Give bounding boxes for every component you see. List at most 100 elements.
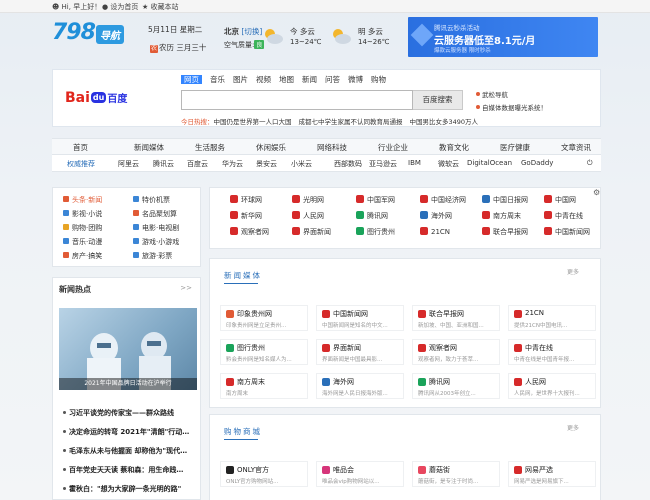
search-tab[interactable]: 微博: [348, 75, 363, 84]
weather-today[interactable]: 今 多云 13~24℃: [262, 26, 332, 50]
search-tab[interactable]: 新闻: [302, 75, 317, 84]
ad-banner[interactable]: 腾讯云秒杀活动 云服务器低至8.1元/月 爆款云服务器 限时秒杀: [408, 17, 598, 57]
media-more-link[interactable]: 更多: [567, 267, 579, 276]
search-button[interactable]: 百度搜索: [413, 90, 463, 110]
category-link[interactable]: 游戏·小游戏: [133, 237, 179, 247]
search-tab[interactable]: 图片: [233, 75, 248, 84]
nav-tab[interactable]: 行业企业: [378, 142, 408, 153]
search-tab[interactable]: 购物: [371, 75, 386, 84]
nav-recommend-item[interactable]: 阿里云: [118, 159, 139, 169]
category-link[interactable]: 名品聚划算: [133, 209, 177, 219]
search-tab[interactable]: 问答: [325, 75, 340, 84]
site-card[interactable]: 中国新闻网 中国新闻网是知名的中文...: [316, 305, 404, 331]
baidu-logo[interactable]: Bai du 百度: [65, 90, 127, 106]
category-link[interactable]: 特价机票: [133, 195, 170, 205]
site-card[interactable]: 观察者网 观察者网，致力于荟萃...: [412, 339, 500, 365]
news-item[interactable]: 百年党史天天读 蔡和森：用生命践…: [63, 465, 183, 475]
news-item[interactable]: 决定命运的转弯 2021年"清朗"行动…: [63, 427, 189, 437]
category-link[interactable]: 音乐·动漫: [63, 237, 102, 247]
nav-recommend-item[interactable]: 华为云: [222, 159, 243, 169]
nav-recommend-item[interactable]: 百度云: [187, 159, 208, 169]
hot-search-item[interactable]: 成都七中学生家属不认同教育局通报: [299, 118, 403, 126]
site-card[interactable]: 网易严选 网易严选是网易旗下...: [508, 461, 596, 487]
category-link[interactable]: 购物·团购: [63, 223, 102, 233]
nav-recommend-item[interactable]: 亚马逊云: [369, 159, 397, 169]
search-tab[interactable]: 视频: [256, 75, 271, 84]
hot-search-item[interactable]: 中国仍是世界第一人口大国: [214, 118, 292, 126]
site-link[interactable]: 中国日报网: [482, 195, 528, 205]
nav-recommend-item[interactable]: 小米云: [291, 159, 312, 169]
site-logo[interactable]: 798: [52, 20, 96, 45]
side-link-2[interactable]: 自媒体数据曝光系统！: [476, 102, 547, 112]
site-card[interactable]: 蘑菇街 蘑菇街，是专注于时尚...: [412, 461, 500, 487]
nav-tab[interactable]: 生活服务: [195, 142, 225, 153]
site-link[interactable]: 腾讯网: [356, 211, 388, 221]
site-link[interactable]: 界面新闻: [292, 227, 331, 237]
favorite-link[interactable]: ★ 收藏本站: [142, 2, 179, 12]
news-more-link[interactable]: >>: [180, 284, 192, 292]
nav-recommend-item[interactable]: GoDaddy: [521, 159, 553, 167]
city-switch-link[interactable]: [切换]: [241, 27, 262, 36]
nav-tab[interactable]: 休闲娱乐: [256, 142, 286, 153]
category-link[interactable]: 旅游·彩票: [133, 251, 172, 261]
search-tab[interactable]: 音乐: [210, 75, 225, 84]
shopping-more-link[interactable]: 更多: [567, 423, 579, 432]
site-link[interactable]: 中国网: [544, 195, 576, 205]
site-link[interactable]: 人民网: [292, 211, 324, 221]
nav-tab[interactable]: 文章资讯: [561, 142, 591, 153]
site-card[interactable]: 图行贵州 黔会贵州网是知名媒人为...: [220, 339, 308, 365]
search-tab[interactable]: 地图: [279, 75, 294, 84]
site-link[interactable]: 中国新闻网: [544, 227, 590, 237]
news-item[interactable]: 毛泽东从未与他握面 却称他为"现代…: [63, 446, 187, 456]
category-link[interactable]: 影视·小说: [63, 209, 102, 219]
site-card[interactable]: 海外网 海外网是人民日报海外版...: [316, 373, 404, 399]
side-link-1[interactable]: 武松导航: [476, 89, 508, 99]
site-link[interactable]: 中国军网: [356, 195, 395, 205]
site-card[interactable]: 印象贵州网 印象贵州网是立足贵州...: [220, 305, 308, 331]
nav-recommend-item[interactable]: 微软云: [438, 159, 459, 169]
site-link[interactable]: 中国经济网: [420, 195, 466, 205]
nav-tab[interactable]: 医疗健康: [500, 142, 530, 153]
category-link[interactable]: 电影·电视剧: [133, 223, 179, 233]
site-card[interactable]: 21CN 提供21CN中国电讯...: [508, 305, 596, 331]
category-link[interactable]: 头条·新闻: [63, 195, 102, 205]
site-link[interactable]: 新华网: [230, 211, 262, 221]
nav-recommend-item[interactable]: IBM: [408, 159, 421, 167]
nav-recommend-item[interactable]: 西部数码: [334, 159, 362, 169]
search-input[interactable]: [181, 90, 413, 110]
nav-tab[interactable]: 网络科技: [317, 142, 347, 153]
nav-recommend-item[interactable]: DigitalOcean: [467, 159, 512, 167]
site-card[interactable]: 中青在线 中青在线是中国青年报...: [508, 339, 596, 365]
gear-icon[interactable]: ⚙: [593, 188, 600, 197]
news-item[interactable]: 习近平谈党的传家宝——群众路线: [63, 408, 174, 418]
site-link[interactable]: 光明网: [292, 195, 324, 205]
nav-recommend-item[interactable]: 腾讯云: [153, 159, 174, 169]
site-link[interactable]: 联合早报网: [482, 227, 528, 237]
nav-tab[interactable]: 新闻媒体: [134, 142, 164, 153]
nav-tab[interactable]: 教育文化: [439, 142, 469, 153]
nav-recommend-item[interactable]: 景安云: [256, 159, 277, 169]
weather-tomorrow[interactable]: 明 多云 14~26℃: [330, 26, 400, 50]
site-card[interactable]: 联合早报网 新加坡、中国、亚洲和国...: [412, 305, 500, 331]
site-card[interactable]: 界面新闻 界面新闻是中国最具影...: [316, 339, 404, 365]
site-logo-tag[interactable]: 导航: [96, 25, 124, 44]
hot-search-item[interactable]: 中国男比女多3490万人: [410, 118, 479, 126]
search-tab[interactable]: 网页: [181, 75, 202, 84]
power-icon[interactable]: ⏻: [587, 159, 593, 168]
site-link[interactable]: 观察者网: [230, 227, 269, 237]
site-link[interactable]: 图行贵州: [356, 227, 395, 237]
site-card[interactable]: ONLY官方 ONLY官方购物网站...: [220, 461, 308, 487]
site-link[interactable]: 海外网: [420, 211, 452, 221]
site-link[interactable]: 中青在线: [544, 211, 583, 221]
site-card[interactable]: 南方周末 南方周末: [220, 373, 308, 399]
site-card[interactable]: 人民网 人民网，是世界十大报刊...: [508, 373, 596, 399]
site-link[interactable]: 环球网: [230, 195, 262, 205]
site-card[interactable]: 唯品会 唯品会vip购物网站以...: [316, 461, 404, 487]
site-card[interactable]: 腾讯网 腾讯网从2003年创立...: [412, 373, 500, 399]
news-item[interactable]: 霍秋白："想为大家辟一条光明的路": [63, 484, 181, 494]
news-photo[interactable]: 2021年中国品牌日活动在沪举行: [59, 308, 197, 390]
nav-tab[interactable]: 首页: [73, 142, 88, 153]
site-link[interactable]: 21CN: [420, 227, 450, 236]
site-link[interactable]: 南方周末: [482, 211, 521, 221]
set-home-link[interactable]: ● 设为首页: [102, 2, 138, 12]
